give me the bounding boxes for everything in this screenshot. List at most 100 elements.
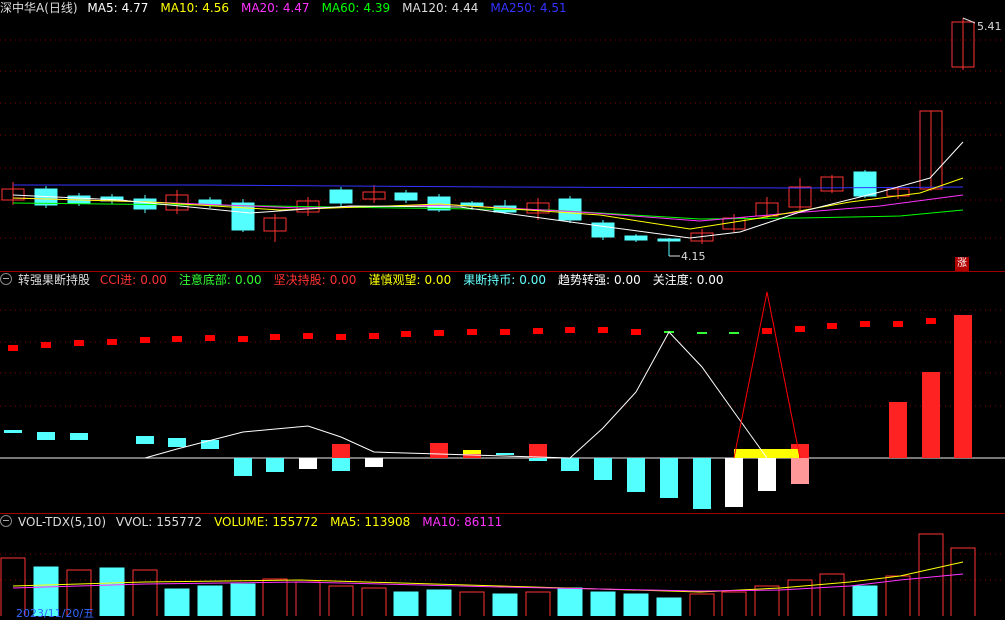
volume-bar bbox=[197, 585, 223, 616]
legend-item: MA10: 86111 bbox=[422, 515, 508, 529]
legend-label: MA5: bbox=[87, 1, 118, 15]
signal-marker bbox=[8, 345, 18, 351]
legend-label: 趋势转强: bbox=[557, 273, 611, 287]
signal-bar bbox=[627, 458, 645, 492]
legend-value: 0.00 bbox=[519, 273, 546, 287]
legend-label: MA120: bbox=[402, 1, 448, 15]
panel-control-icon[interactable] bbox=[0, 273, 12, 285]
volume-bar bbox=[656, 597, 682, 616]
legend-value: 0.00 bbox=[614, 273, 641, 287]
legend-value: 4.39 bbox=[363, 1, 391, 15]
signal-bar bbox=[463, 450, 481, 454]
candle-body bbox=[624, 235, 648, 241]
legend-label: MA10: bbox=[160, 1, 199, 15]
candle-body bbox=[394, 192, 418, 201]
legend-label: MA10: bbox=[422, 515, 461, 529]
panel-control-icon[interactable] bbox=[0, 515, 12, 527]
signal-marker bbox=[631, 329, 641, 335]
signal-marker bbox=[336, 334, 346, 340]
signal-marker bbox=[270, 334, 280, 340]
signal-panel[interactable]: 转强果断持股 CCI进: 0.00 注意底部: 0.00 坚决持股: 0.00 谨慎观望: 0… bbox=[0, 272, 1005, 513]
candle-body bbox=[657, 238, 681, 242]
ma-legend: MA5: 4.77 MA10: 4.56 MA20: 4.47 MA60: 4.39 MA120… bbox=[87, 1, 578, 15]
volume-bar bbox=[328, 585, 354, 616]
signal-bar bbox=[496, 453, 514, 455]
signal-marker bbox=[893, 321, 903, 327]
volume-title: VOL-TDX(5,10) bbox=[18, 515, 107, 529]
volume-bar bbox=[918, 533, 944, 616]
signal-bar bbox=[529, 444, 547, 458]
legend-item: CCI进: 0.00 bbox=[100, 273, 173, 287]
volume-panel[interactable]: VOL-TDX(5,10) VVOL: 155772 VOLUME: 155772 MA… bbox=[0, 514, 1005, 620]
signal-bar bbox=[70, 433, 88, 440]
signal-marker bbox=[467, 329, 477, 335]
volume-bar bbox=[852, 585, 878, 616]
kline-panel[interactable]: 深中华A(日线) MA5: 4.77 MA10: 4.56 MA20: 4.47 MA60:… bbox=[0, 0, 1005, 271]
trend-line bbox=[144, 331, 768, 459]
legend-value: 113908 bbox=[364, 515, 411, 529]
volume-bar bbox=[262, 578, 288, 616]
legend-item: 关注度: 0.00 bbox=[653, 273, 730, 287]
signal-bar bbox=[660, 458, 678, 498]
legend-item: 趋势转强: 0.00 bbox=[558, 273, 647, 287]
legend-item: MA250: 4.51 bbox=[490, 1, 572, 15]
legend-value: 0.00 bbox=[329, 273, 357, 287]
candle-body bbox=[558, 198, 582, 221]
signal-bar bbox=[725, 458, 743, 507]
legend-value: 4.56 bbox=[202, 1, 229, 15]
legend-label: CCI进: bbox=[99, 273, 137, 287]
volume-bar bbox=[393, 591, 419, 616]
volume-bar bbox=[557, 587, 583, 616]
legend-item: MA5: 4.77 bbox=[87, 1, 154, 15]
signal-marker bbox=[762, 328, 772, 334]
volume-bar bbox=[295, 581, 321, 616]
signal-chart[interactable] bbox=[0, 272, 1005, 513]
volume-bar bbox=[885, 575, 911, 616]
signal-bar bbox=[791, 458, 809, 484]
signal-marker bbox=[860, 321, 870, 327]
signal-bar bbox=[758, 458, 776, 491]
legend-label: 关注度: bbox=[652, 273, 693, 287]
signal-bar bbox=[266, 458, 284, 472]
legend-label: 谨慎观望: bbox=[368, 273, 421, 287]
legend-value: 155772 bbox=[272, 515, 319, 529]
volume-bar bbox=[689, 593, 715, 616]
legend-item: 注意底部: 0.00 bbox=[179, 273, 268, 287]
signal-title: 转强果断持股 bbox=[18, 273, 91, 287]
legend-item: MA20: 4.47 bbox=[241, 1, 316, 15]
signal-marker bbox=[172, 336, 182, 342]
signal-header: 转强果断持股 CCI进: 0.00 注意底部: 0.00 坚决持股: 0.00 谨慎观望: 0… bbox=[0, 272, 742, 288]
legend-value: 0.00 bbox=[234, 273, 262, 287]
signal-marker bbox=[434, 330, 444, 336]
volume-bar bbox=[230, 583, 256, 616]
signal-bar bbox=[693, 458, 711, 509]
signal-marker bbox=[827, 323, 837, 329]
signal-marker bbox=[140, 337, 150, 343]
signal-bar bbox=[561, 458, 579, 471]
volume-bar bbox=[99, 567, 125, 616]
volume-bar bbox=[164, 588, 190, 616]
volume-bar bbox=[492, 593, 518, 616]
kline-chart[interactable]: 5.41 4.15 bbox=[0, 0, 1005, 271]
legend-value: 4.51 bbox=[539, 1, 567, 15]
signal-marker bbox=[598, 327, 608, 333]
signal-legend: CCI进: 0.00 注意底部: 0.00 坚决持股: 0.00 谨慎观望: 0.00 果断持币… bbox=[100, 273, 736, 287]
limit-up-badge: 涨 bbox=[955, 257, 969, 271]
legend-label: MA5: bbox=[330, 515, 361, 529]
signal-marker bbox=[41, 342, 51, 348]
legend-value: 4.47 bbox=[282, 1, 310, 15]
legend-label: 果断持币: bbox=[463, 273, 516, 287]
legend-value: 0.00 bbox=[424, 273, 452, 287]
signal-bar bbox=[922, 372, 940, 458]
legend-value: 0.00 bbox=[696, 273, 724, 287]
signal-marker bbox=[565, 327, 575, 333]
signal-marker bbox=[697, 332, 707, 334]
signal-bar bbox=[234, 458, 252, 476]
volume-bar bbox=[590, 591, 616, 616]
signal-marker bbox=[795, 326, 805, 332]
legend-item: 坚决持股: 0.00 bbox=[274, 273, 363, 287]
legend-value: 155772 bbox=[156, 515, 203, 529]
legend-item: 谨慎观望: 0.00 bbox=[368, 273, 457, 287]
candle-body bbox=[853, 171, 877, 197]
signal-bar bbox=[430, 443, 448, 458]
